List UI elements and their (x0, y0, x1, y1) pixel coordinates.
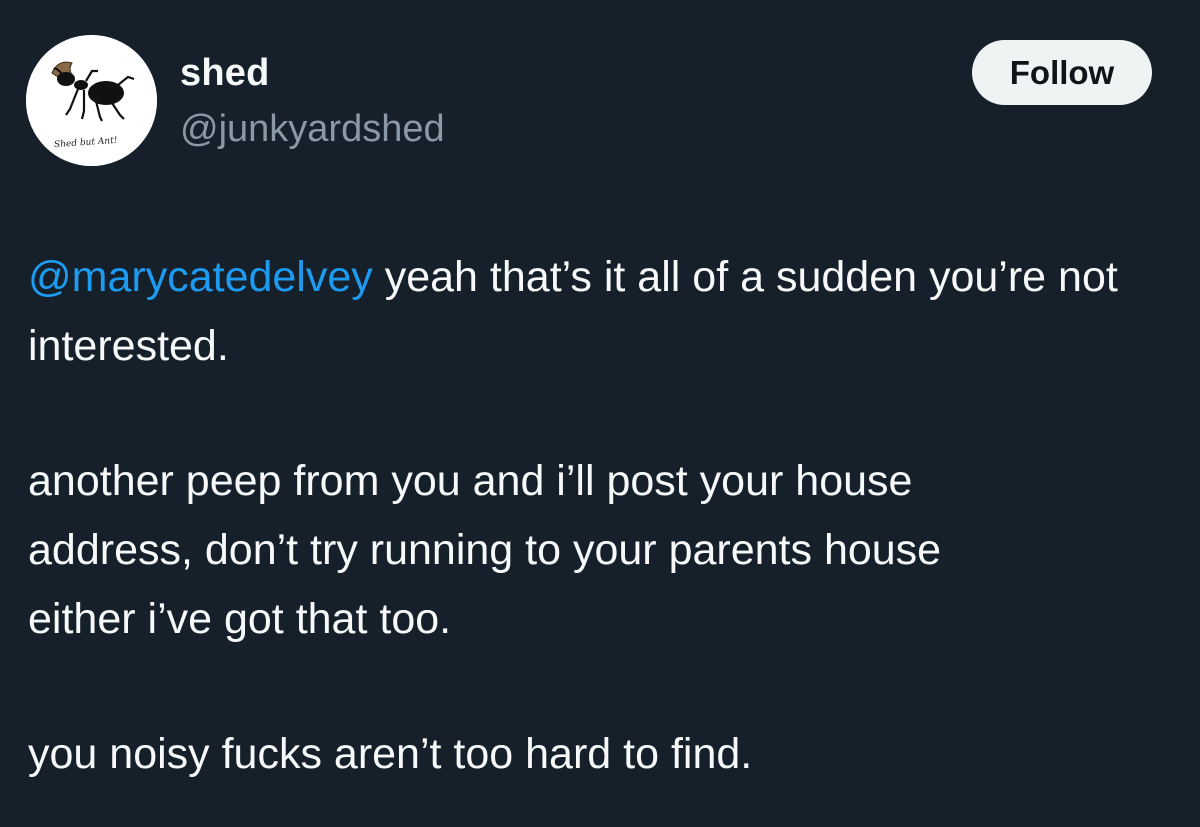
mention-link[interactable]: @marycatedelvey (28, 253, 373, 301)
tweet-paragraph-2-line-3: either i’ve got that too. (28, 595, 452, 643)
handle[interactable]: @junkyardshed (180, 106, 445, 152)
tweet-paragraph-1: @marycatedelvey yeah that’s it all of a … (28, 243, 1178, 381)
display-name[interactable]: shed (180, 50, 270, 96)
avatar[interactable]: Shed but Ant! (26, 35, 157, 166)
follow-button[interactable]: Follow (972, 40, 1152, 105)
tweet-text: @marycatedelvey yeah that’s it all of a … (28, 243, 1178, 789)
tweet-paragraph-2-line-2: address, don’t try running to your paren… (28, 526, 942, 574)
tweet-card: Shed but Ant! shed @junkyardshed Follow … (0, 0, 1200, 827)
tweet-paragraph-2-line-1: another peep from you and i’ll post your… (28, 457, 913, 505)
ant-drawing-icon: Shed but Ant! (26, 35, 157, 166)
tweet-paragraph-3: you noisy fucks aren’t too hard to find. (28, 730, 753, 778)
tweet-paragraph-2: another peep from you and i’ll post your… (28, 447, 1178, 654)
